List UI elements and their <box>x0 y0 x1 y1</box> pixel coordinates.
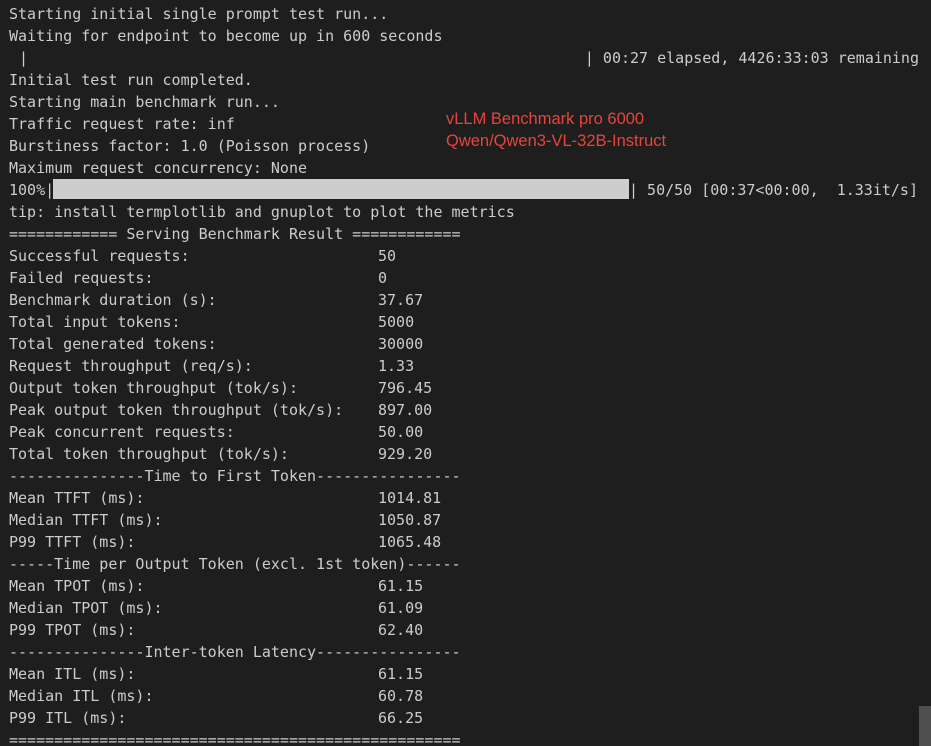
log-line-traffic-rate: Traffic request rate: inf <box>9 115 235 133</box>
terminal-output[interactable]: Starting initial single prompt test run.… <box>0 0 931 746</box>
result-footer: ========================================… <box>9 731 461 746</box>
metric-row: Mean TPOT (ms): 61.15 <box>9 575 509 597</box>
metric-value: 929.20 <box>378 445 433 463</box>
log-line-tip: tip: install termplotlib and gnuplot to … <box>9 203 515 221</box>
metric-value: 61.15 <box>378 577 424 595</box>
metric-value: 37.67 <box>378 291 424 309</box>
wait-bar-status: | 00:27 elapsed, 4426:33:03 remaining <box>584 49 919 67</box>
wait-bar-left-edge: | <box>19 49 29 67</box>
metric-value: 1014.81 <box>378 489 442 507</box>
tpot-section-header: -----Time per Output Token (excl. 1st to… <box>9 555 461 573</box>
overlay-title: vLLM Benchmark pro 6000 <box>446 110 645 128</box>
metric-row: Total token throughput (tok/s): 929.20 <box>9 443 509 465</box>
metric-row: Peak concurrent requests: 50.00 <box>9 421 509 443</box>
metric-value: 61.09 <box>378 599 424 617</box>
metric-value: 61.15 <box>378 665 424 683</box>
metric-label: Total generated tokens: <box>9 335 217 353</box>
metric-row: Peak output token throughput (tok/s): 897… <box>9 399 509 421</box>
metric-label: Successful requests: <box>9 247 190 265</box>
log-line-starting-main: Starting main benchmark run... <box>9 93 280 111</box>
metric-label: P99 TTFT (ms): <box>9 533 136 551</box>
log-line-test-completed: Initial test run completed. <box>9 71 253 89</box>
metric-row: Total generated tokens: 30000 <box>9 333 509 355</box>
metric-label: Failed requests: <box>9 269 154 287</box>
metric-label: Benchmark duration (s): <box>9 291 217 309</box>
metric-label: Mean ITL (ms): <box>9 665 136 683</box>
metric-value: 50.00 <box>378 423 424 441</box>
metric-label: P99 TPOT (ms): <box>9 621 136 639</box>
metric-value: 1.33 <box>378 357 415 375</box>
result-header: ============ Serving Benchmark Result ==… <box>9 225 461 243</box>
metric-row: Median TPOT (ms): 61.09 <box>9 597 509 619</box>
metric-value: 0 <box>378 269 388 287</box>
log-line-waiting: Waiting for endpoint to become up in 600… <box>9 27 443 45</box>
metric-value: 5000 <box>378 313 415 331</box>
metric-value: 62.40 <box>378 621 424 639</box>
metric-label: Median TPOT (ms): <box>9 599 163 617</box>
metric-label: Peak concurrent requests: <box>9 423 235 441</box>
metric-row: Mean ITL (ms): 61.15 <box>9 663 509 685</box>
progress-status: | 50/50 [00:37<00:00, 1.33it/s] <box>629 181 918 199</box>
metric-value: 60.78 <box>378 687 424 705</box>
metric-row: Output token throughput (tok/s): 796.45 <box>9 377 509 399</box>
metric-label: Request throughput (req/s): <box>9 357 253 375</box>
scrollbar-thumb[interactable] <box>919 706 931 746</box>
metric-row: P99 TTFT (ms): 1065.48 <box>9 531 509 553</box>
metric-label: Total token throughput (tok/s): <box>9 445 289 463</box>
log-line-starting-test: Starting initial single prompt test run.… <box>9 5 389 23</box>
metric-label: Mean TPOT (ms): <box>9 577 145 595</box>
metric-label: Peak output token throughput (tok/s): <box>9 401 344 419</box>
metric-row: Failed requests: 0 <box>9 267 509 289</box>
metric-row: Request throughput (req/s): 1.33 <box>9 355 509 377</box>
metric-value: 1050.87 <box>378 511 442 529</box>
metric-value: 1065.48 <box>378 533 442 551</box>
metric-row: Median TTFT (ms): 1050.87 <box>9 509 509 531</box>
metric-row: Total input tokens: 5000 <box>9 311 509 333</box>
log-line-max-concurrency: Maximum request concurrency: None <box>9 159 308 177</box>
metric-label: Median TTFT (ms): <box>9 511 163 529</box>
metric-row: Mean TTFT (ms): 1014.81 <box>9 487 509 509</box>
log-line-burstiness: Burstiness factor: 1.0 (Poisson process) <box>9 137 371 155</box>
metric-value: 897.00 <box>378 401 433 419</box>
metric-row: Benchmark duration (s): 37.67 <box>9 289 509 311</box>
overlay-model-name: Qwen/Qwen3-VL-32B-Instruct <box>446 132 667 150</box>
progress-bar-fill <box>53 179 629 199</box>
metric-row: Successful requests: 50 <box>9 245 509 267</box>
metric-label: Output token throughput (tok/s): <box>9 379 298 397</box>
progress-percent-label: 100%| <box>9 181 55 199</box>
metric-row: P99 TPOT (ms): 62.40 <box>9 619 509 641</box>
metric-value: 50 <box>378 247 397 265</box>
metric-value: 66.25 <box>378 709 424 727</box>
progress-bar <box>53 179 629 199</box>
metric-value: 796.45 <box>378 379 433 397</box>
ttft-section-header: ---------------Time to First Token------… <box>9 467 461 485</box>
metric-label: Total input tokens: <box>9 313 181 331</box>
metric-value: 30000 <box>378 335 424 353</box>
metric-row: P99 ITL (ms): 66.25 <box>9 707 509 729</box>
metric-label: P99 ITL (ms): <box>9 709 127 727</box>
itl-section-header: ---------------Inter-token Latency------… <box>9 643 461 661</box>
metric-label: Mean TTFT (ms): <box>9 489 145 507</box>
metric-label: Median ITL (ms): <box>9 687 154 705</box>
metric-row: Median ITL (ms): 60.78 <box>9 685 509 707</box>
